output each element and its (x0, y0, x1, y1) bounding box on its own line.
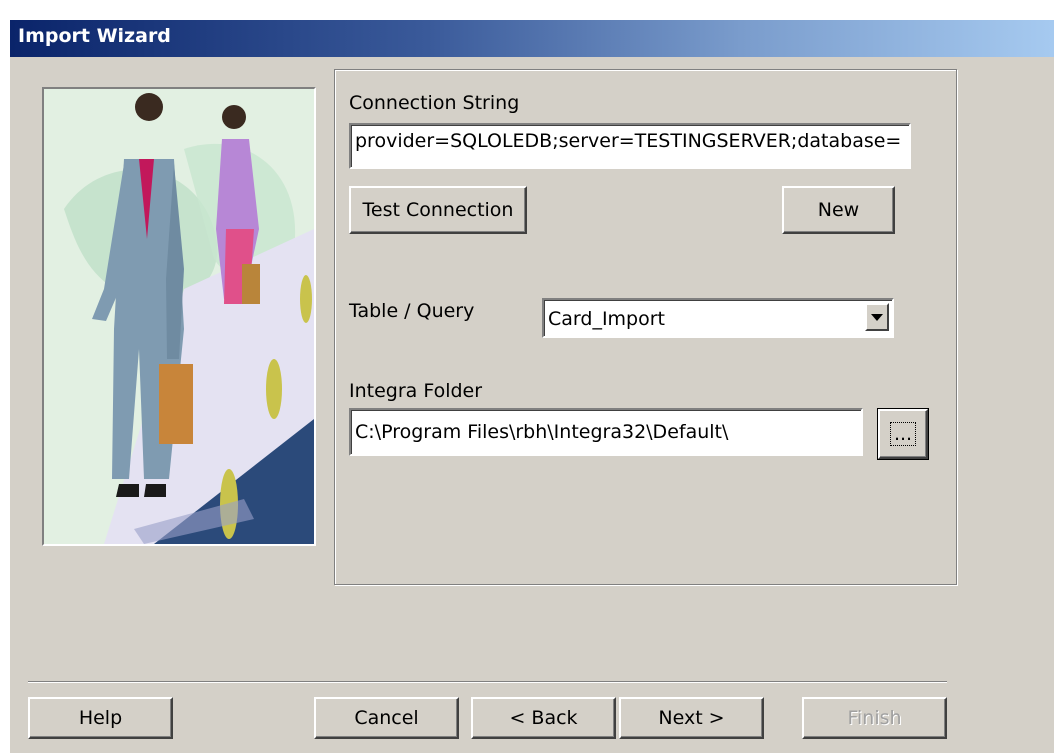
browse-button[interactable]: ... (877, 408, 929, 460)
new-button[interactable]: New (782, 186, 895, 234)
table-query-value: Card_Import (548, 308, 666, 330)
dropdown-arrow-button[interactable] (865, 303, 889, 331)
cancel-button[interactable]: Cancel (314, 697, 459, 739)
connection-string-label: Connection String (349, 92, 520, 114)
browse-label: ... (889, 422, 917, 446)
integra-folder-input[interactable]: C:\Program Files\rbh\Integra32\Default\ (349, 408, 863, 456)
test-connection-button[interactable]: Test Connection (349, 186, 527, 234)
table-query-label: Table / Query (349, 300, 475, 322)
chevron-down-icon (871, 313, 883, 321)
help-button[interactable]: Help (28, 697, 173, 739)
next-button[interactable]: Next > (619, 697, 764, 739)
back-button[interactable]: < Back (471, 697, 616, 739)
import-wizard-window: Import Wizard Connection String provider… (0, 0, 1054, 753)
footer-separator (28, 681, 947, 683)
left-margin (0, 20, 10, 753)
integra-folder-label: Integra Folder (349, 380, 483, 402)
finish-button[interactable]: Finish (802, 697, 947, 739)
connection-string-input[interactable]: provider=SQLOLEDB;server=TESTINGSERVER;d… (349, 123, 911, 169)
window-title: Import Wizard (18, 25, 171, 47)
top-margin (0, 0, 1054, 20)
wizard-illustration (42, 87, 316, 546)
title-bar[interactable]: Import Wizard (10, 20, 1054, 57)
table-query-select[interactable]: Card_Import (542, 298, 894, 338)
